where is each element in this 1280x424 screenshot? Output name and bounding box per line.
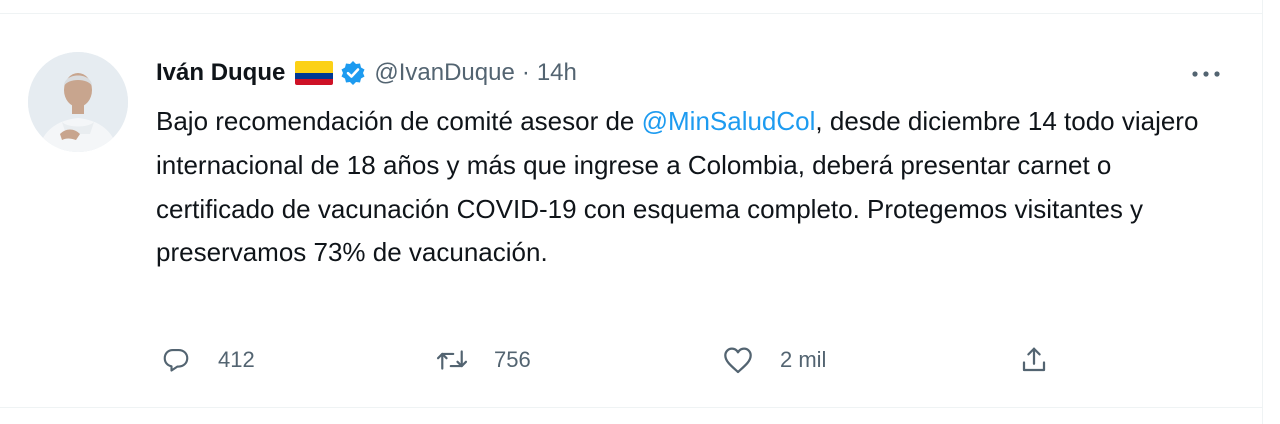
verified-badge-icon xyxy=(340,60,366,86)
retweet-icon xyxy=(432,340,472,380)
like-count: 2 mil xyxy=(780,347,827,372)
like-button[interactable]: 2 mil xyxy=(718,338,826,382)
mention-link[interactable]: @MinSaludCol xyxy=(642,106,816,136)
heart-icon xyxy=(718,340,758,380)
tweet-header: Iván Duque @IvanDuque · 14h xyxy=(156,56,577,90)
tweet-card: Iván Duque @IvanDuque · 14h Bajo recomen… xyxy=(0,0,1280,424)
colombia-flag-icon xyxy=(295,61,334,85)
reply-icon xyxy=(156,340,196,380)
display-name[interactable]: Iván Duque xyxy=(156,59,285,87)
tweet-actions: 412 756 2 mil xyxy=(156,338,1056,382)
user-handle[interactable]: @IvanDuque xyxy=(374,59,514,87)
separator-dot: · xyxy=(521,59,530,86)
share-icon xyxy=(1014,340,1054,380)
tweet-timestamp[interactable]: 14h xyxy=(537,59,577,87)
reply-count: 412 xyxy=(218,347,255,372)
share-button[interactable] xyxy=(1014,338,1054,382)
retweet-count: 756 xyxy=(494,347,531,372)
avatar[interactable] xyxy=(28,52,128,152)
bottom-divider xyxy=(0,407,1262,408)
right-border xyxy=(1262,0,1263,424)
more-dots-icon xyxy=(1192,71,1220,77)
tweet-text: Bajo recomendación de comité asesor de @… xyxy=(156,100,1236,275)
top-divider xyxy=(0,13,1262,14)
retweet-button[interactable]: 756 xyxy=(432,338,531,382)
tweet-text-part1: Bajo recomendación de comité asesor de xyxy=(156,106,642,136)
reply-button[interactable]: 412 xyxy=(156,338,255,382)
more-options-button[interactable] xyxy=(1188,62,1224,86)
